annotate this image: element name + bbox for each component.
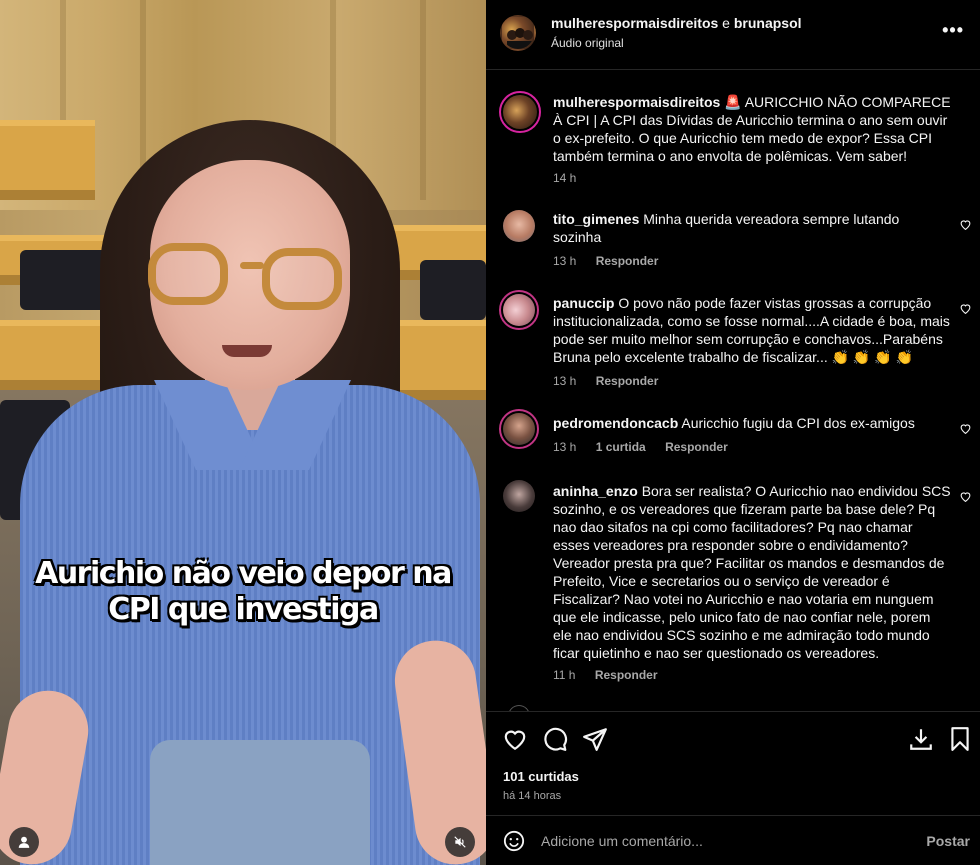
- post-panel: mulherespormaisdireitos e brunapsol Áudi…: [486, 0, 980, 865]
- user-icon: [18, 836, 30, 848]
- more-options-icon[interactable]: •••: [942, 20, 964, 41]
- download-icon[interactable]: [908, 726, 934, 752]
- heart-icon[interactable]: [959, 490, 972, 503]
- comment-meta: 11 h Responder: [553, 668, 674, 682]
- comment-text: Bora ser realista? O Auricchio nao endiv…: [553, 483, 951, 661]
- person-jeans: [150, 740, 370, 865]
- reel-video[interactable]: Aurichio não veio depor na CPI que inves…: [0, 0, 486, 865]
- comment-username[interactable]: tito_gimenes: [553, 211, 639, 227]
- comment-input[interactable]: [541, 829, 901, 853]
- comment-time[interactable]: 13 h: [553, 254, 576, 268]
- comment-time[interactable]: 13 h: [553, 440, 576, 454]
- glasses-lens: [148, 243, 228, 305]
- bookmark-save-icon[interactable]: [947, 726, 973, 752]
- speaker-muted-icon: [454, 836, 466, 848]
- avatar[interactable]: [499, 290, 539, 330]
- comment-item: tito_gimenes Minha querida vereadora sem…: [486, 208, 980, 278]
- comment-likes[interactable]: 1 curtida: [596, 440, 646, 454]
- chair: [20, 250, 110, 310]
- comment-meta: 13 h 1 curtida Responder: [553, 440, 744, 454]
- video-caption-line-1: Aurichio não veio depor na: [35, 556, 452, 591]
- comment-body: mulherespormaisdireitos 🚨 AURICCHIO NÃO …: [553, 93, 951, 165]
- comment-item: panuccip O povo não pode fazer vistas gr…: [486, 290, 980, 392]
- audio-label[interactable]: Áudio original: [551, 36, 624, 50]
- profile-photo-icon: [503, 294, 535, 326]
- post-comment-button[interactable]: Postar: [926, 833, 970, 849]
- comment-username[interactable]: pedromendoncacb: [553, 415, 678, 431]
- group-photo-icon: [507, 28, 533, 49]
- like-heart-icon[interactable]: [502, 726, 528, 752]
- comment-username[interactable]: aninha_enzo: [553, 483, 638, 499]
- mute-button[interactable]: [445, 827, 475, 857]
- wall-panel: [420, 0, 426, 200]
- emoji-icon[interactable]: [503, 830, 525, 852]
- person-mouth: [222, 345, 272, 357]
- glasses-bridge: [240, 262, 264, 269]
- post-time[interactable]: há 14 horas: [503, 790, 561, 802]
- heart-icon[interactable]: [959, 302, 972, 315]
- author-username[interactable]: mulherespormaisdireitos: [551, 15, 718, 31]
- action-bar: 101 curtidas há 14 horas: [486, 711, 980, 815]
- avatar[interactable]: [499, 91, 541, 133]
- tagged-users-button[interactable]: [9, 827, 39, 857]
- post-caption: mulherespormaisdireitos 🚨 AURICCHIO NÃO …: [486, 91, 980, 191]
- reply-button[interactable]: Responder: [665, 440, 728, 454]
- reply-button[interactable]: Responder: [596, 254, 659, 268]
- comment-bubble-icon[interactable]: [542, 726, 568, 752]
- avatar[interactable]: [503, 210, 535, 242]
- comment-username[interactable]: mulherespormaisdireitos: [553, 94, 720, 110]
- comment-body: tito_gimenes Minha querida vereadora sem…: [553, 210, 951, 246]
- comment-meta: 14 h: [553, 171, 592, 185]
- post-authors: mulherespormaisdireitos e brunapsol: [551, 15, 802, 31]
- coauthor-username[interactable]: brunapsol: [734, 15, 802, 31]
- comment-body: aninha_enzo Bora ser realista? O Auricch…: [553, 482, 951, 662]
- comment-time[interactable]: 11 h: [553, 668, 575, 682]
- comment-item: pedromendoncacb Auricchio fugiu da CPI d…: [486, 409, 980, 462]
- comment-body: pedromendoncacb Auricchio fugiu da CPI d…: [553, 414, 951, 432]
- group-photo-icon: [503, 95, 537, 129]
- reply-button[interactable]: Responder: [595, 668, 658, 682]
- comment-time[interactable]: 13 h: [553, 374, 576, 388]
- avatar[interactable]: [500, 15, 536, 51]
- profile-photo-icon: [503, 413, 535, 445]
- heart-icon[interactable]: [959, 422, 972, 435]
- desk: [0, 120, 95, 200]
- comments-list[interactable]: mulherespormaisdireitos 🚨 AURICCHIO NÃO …: [486, 71, 980, 711]
- post-header: mulherespormaisdireitos e brunapsol Áudi…: [486, 0, 980, 70]
- avatar[interactable]: [503, 480, 535, 512]
- comment-item: aninha_enzo Bora ser realista? O Auricch…: [486, 480, 980, 690]
- likes-count[interactable]: 101 curtidas: [503, 769, 579, 784]
- desk: [0, 320, 110, 390]
- comment-time[interactable]: 14 h: [553, 171, 576, 185]
- comment-text: Auricchio fugiu da CPI dos ex-amigos: [681, 415, 915, 431]
- reply-button[interactable]: Responder: [596, 374, 659, 388]
- comment-username[interactable]: panuccip: [553, 295, 614, 311]
- comment-meta: 13 h Responder: [553, 374, 674, 388]
- author-separator: e: [722, 15, 730, 31]
- avatar[interactable]: [499, 409, 539, 449]
- comment-composer: Postar: [486, 815, 980, 865]
- comment-body: panuccip O povo não pode fazer vistas gr…: [553, 294, 951, 366]
- comment-meta: 13 h Responder: [553, 254, 674, 268]
- glasses-lens: [262, 248, 342, 310]
- share-send-icon[interactable]: [582, 726, 608, 752]
- chair: [420, 260, 486, 320]
- heart-icon[interactable]: [959, 218, 972, 231]
- video-caption-line-2: CPI que investiga: [108, 592, 379, 627]
